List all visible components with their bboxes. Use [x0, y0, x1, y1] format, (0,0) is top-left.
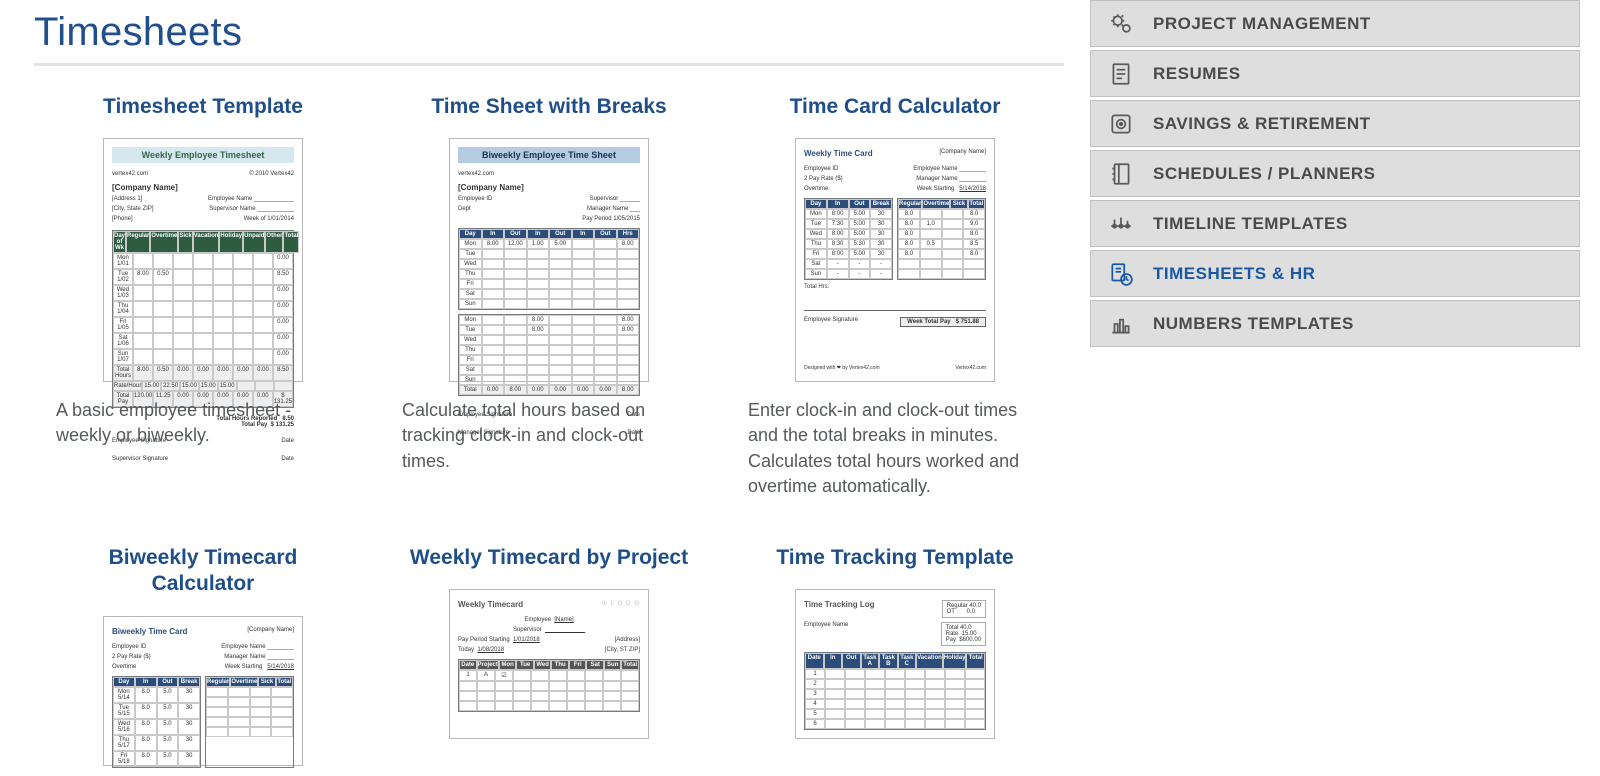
- template-card: Biweekly Timecard Calculator Biweekly Ti…: [56, 545, 350, 766]
- thumb-heading: Biweekly Time Card: [112, 627, 187, 636]
- template-thumbnail[interactable]: Weekly Timecard① L O G O Employee [Name]…: [449, 589, 649, 739]
- template-thumbnail[interactable]: Biweekly Time Card[Company Name] Employe…: [103, 616, 303, 766]
- sidebar-item-label: PROJECT MANAGEMENT: [1153, 14, 1371, 34]
- sidebar-item-timeline-templates[interactable]: TIMELINE TEMPLATES: [1090, 200, 1580, 247]
- template-title-link[interactable]: Timesheet Template: [103, 94, 303, 120]
- template-title-link[interactable]: Time Card Calculator: [790, 94, 1001, 120]
- divider: [34, 63, 1064, 66]
- template-description: Enter clock-in and clock-out times and t…: [748, 398, 1042, 499]
- safe-icon: [1107, 110, 1135, 138]
- sidebar-item-label: SCHEDULES / PLANNERS: [1153, 164, 1376, 184]
- chart-icon: [1107, 310, 1135, 338]
- template-description: Calculate total hours based on tracking …: [402, 398, 696, 474]
- thumb-heading: Weekly Timecard: [458, 600, 523, 609]
- sidebar-item-numbers-templates[interactable]: NUMBERS TEMPLATES: [1090, 300, 1580, 347]
- section-title: Timesheets: [34, 10, 1064, 55]
- timeline-icon: [1107, 210, 1135, 238]
- template-title-link[interactable]: Time Tracking Template: [776, 545, 1013, 571]
- thumb-heading: Weekly Time Card: [804, 149, 873, 158]
- sidebar-item-label: NUMBERS TEMPLATES: [1153, 314, 1354, 334]
- gears-icon: [1107, 10, 1135, 38]
- thumb-heading: Biweekly Employee Time Sheet: [458, 147, 640, 163]
- sidebar-item-timesheets-hr[interactable]: TIMESHEETS & HR: [1090, 250, 1580, 297]
- template-thumbnail[interactable]: Weekly Time Card[Company Name] Employee …: [795, 138, 995, 382]
- template-card: Time Tracking Template Time Tracking Log…: [748, 545, 1042, 766]
- template-thumbnail[interactable]: Biweekly Employee Time Sheet vertex42.co…: [449, 138, 649, 382]
- timesheet-icon: [1107, 260, 1135, 288]
- template-title-link[interactable]: Biweekly Timecard Calculator: [56, 545, 350, 598]
- template-card: Weekly Timecard by Project Weekly Timeca…: [402, 545, 696, 766]
- thumb-heading: Weekly Employee Timesheet: [112, 147, 294, 163]
- template-card: Time Card Calculator Weekly Time Card[Co…: [748, 94, 1042, 499]
- notebook-icon: [1107, 160, 1135, 188]
- main-content: Timesheets Timesheet Template Weekly Emp…: [0, 0, 1090, 776]
- sidebar-item-label: RESUMES: [1153, 64, 1241, 84]
- sidebar-item-savings-retirement[interactable]: SAVINGS & RETIREMENT: [1090, 100, 1580, 147]
- template-title-link[interactable]: Time Sheet with Breaks: [431, 94, 666, 120]
- document-icon: [1107, 60, 1135, 88]
- template-thumbnail[interactable]: Time Tracking Log Regular 40.0OT 0.0 Emp…: [795, 589, 995, 739]
- sidebar-item-label: SAVINGS & RETIREMENT: [1153, 114, 1370, 134]
- sidebar-item-schedules-planners[interactable]: SCHEDULES / PLANNERS: [1090, 150, 1580, 197]
- template-thumbnail[interactable]: Weekly Employee Timesheet vertex42.com© …: [103, 138, 303, 382]
- thumb-heading: Time Tracking Log: [804, 600, 875, 618]
- template-grid: Timesheet Template Weekly Employee Times…: [34, 94, 1064, 766]
- sidebar-item-resumes[interactable]: RESUMES: [1090, 50, 1580, 97]
- sidebar-item-label: TIMESHEETS & HR: [1153, 264, 1315, 284]
- template-card: Time Sheet with Breaks Biweekly Employee…: [402, 94, 696, 499]
- sidebar-item-project-management[interactable]: PROJECT MANAGEMENT: [1090, 0, 1580, 47]
- template-title-link[interactable]: Weekly Timecard by Project: [410, 545, 688, 571]
- thumb-company: [Company Name]: [112, 183, 294, 192]
- template-card: Timesheet Template Weekly Employee Times…: [56, 94, 350, 499]
- category-sidebar: PROJECT MANAGEMENT RESUMES SAVINGS & RET…: [1090, 0, 1600, 776]
- category-list: PROJECT MANAGEMENT RESUMES SAVINGS & RET…: [1090, 0, 1580, 347]
- sidebar-item-label: TIMELINE TEMPLATES: [1153, 214, 1348, 234]
- template-description: A basic employee timesheet - weekly or b…: [56, 398, 350, 448]
- thumb-company: [Company Name]: [458, 183, 640, 192]
